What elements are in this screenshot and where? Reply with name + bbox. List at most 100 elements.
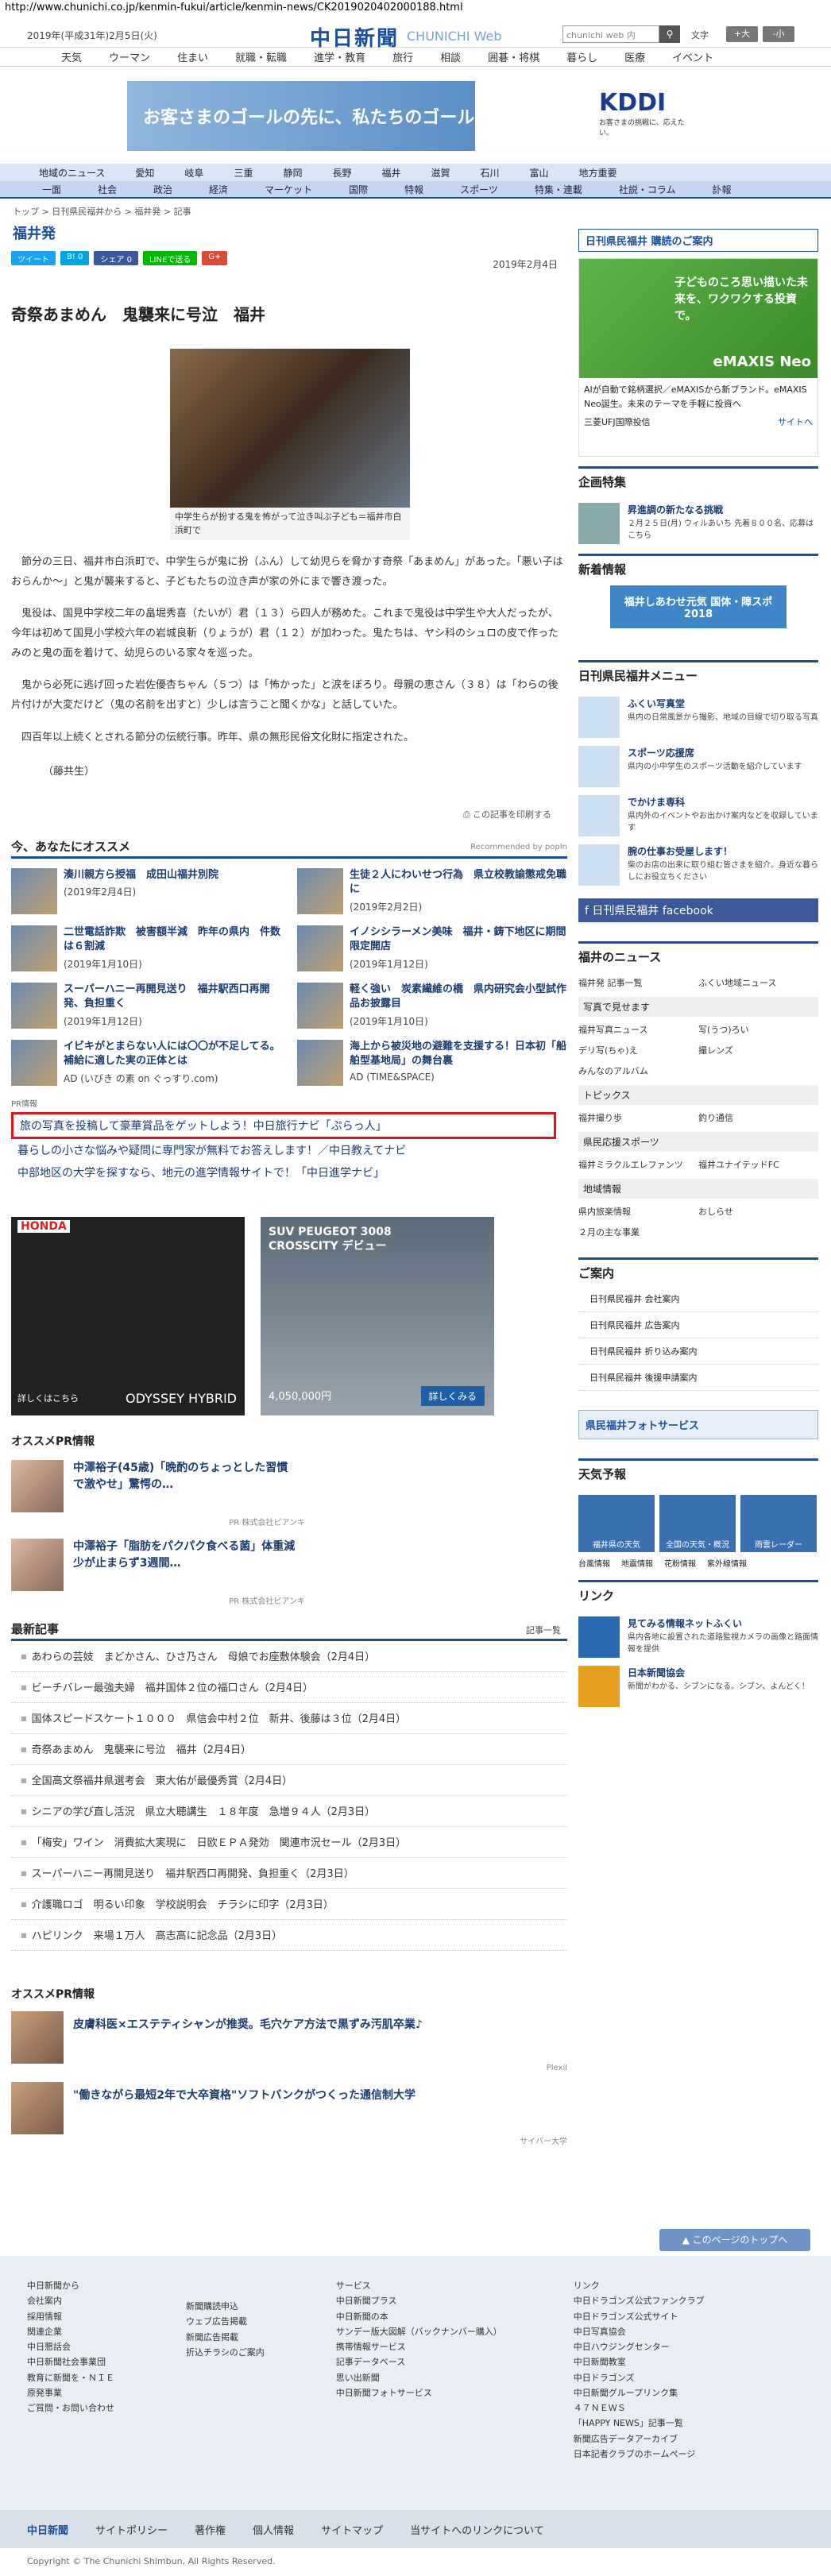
latest-item[interactable]: 介護職ロゴ 明るい印象 学校説明会 チラシに印字（2月3日） [11, 1889, 567, 1920]
peugeot-ad[interactable]: SUV PEUGEOT 3008 CROSSCITY デビュー 4,050,00… [261, 1216, 494, 1415]
search-button[interactable]: ⚲ [659, 25, 680, 43]
footer-logo[interactable]: 中日新聞 [27, 2522, 68, 2537]
page-top-button[interactable]: ▲ このページのトップへ [659, 2229, 810, 2251]
category-nav-item[interactable]: マーケット [246, 183, 330, 196]
global-nav-item[interactable]: ウーマン [95, 49, 164, 64]
kokutai-banner[interactable]: 福井しあわせ元気 国体・障スポ 2018 [610, 585, 787, 628]
menu-item[interactable]: でかけま専科 県内外のイベントやお出かけ案内などを収録しています [578, 795, 818, 836]
recommend-item[interactable]: 湊川親方ら授福 成田山福井別院 (2019年2月4日) [11, 867, 281, 914]
url-bar[interactable]: http://www.chunichi.co.jp/kenmin-fukui/a… [0, 0, 831, 16]
annai-link[interactable]: 日刊県民福井 会社案内 [578, 1286, 818, 1312]
regional-nav-item[interactable]: 静岡 [268, 166, 317, 180]
category-nav-item[interactable]: 社説・コラム [601, 183, 694, 196]
latest-item[interactable]: 国体スピードスケート１０００ 県信会中村２位 新井、後藤は３位（2月4日） [11, 1703, 567, 1734]
honda-cta[interactable]: 詳しくはこちら [17, 1392, 79, 1404]
recommend-item[interactable]: イビキがとまらない人には〇〇が不足してる。補給に適した実の正体とは AD (いびき… [11, 1039, 281, 1086]
footer-link[interactable]: 中日ハウジングセンター [574, 2339, 705, 2354]
facebook-link[interactable]: f 日刊県民福井 facebook [578, 898, 818, 922]
footer-link[interactable]: 中日ドラゴンズ公式ファンクラブ [574, 2293, 705, 2308]
latest-item[interactable]: ビーチバレー最強夫婦 福井国体２位の福口さん（2月4日） [11, 1672, 567, 1703]
pr-link[interactable]: 中部地区の大学を探すなら、地元の進学情報サイトで！「中日進学ナビ」 [11, 1161, 567, 1184]
footer-link[interactable]: 中日懇話会 [27, 2339, 114, 2354]
emaxis-site-link[interactable]: サイトへ [778, 415, 813, 428]
link-item[interactable]: 見てみる情報ネットふくい 県内各地に設置された道路監視カメラの画像と路面情報を提供 [578, 1616, 818, 1658]
weather-link[interactable]: 花粉情報 [664, 1557, 696, 1569]
category-nav-item[interactable]: スポーツ [442, 183, 516, 196]
regional-nav-item[interactable]: 岐阜 [169, 166, 218, 180]
subscribe-link[interactable]: 日刊県民福井 購読のご案内 [578, 229, 818, 252]
category-nav-item[interactable]: 政治 [135, 183, 191, 196]
footer-bar-link[interactable]: サイトポリシー [95, 2522, 168, 2537]
section-link[interactable]: 県内旅楽情報 [578, 1205, 698, 1218]
recommend-item[interactable]: イノシシラーメン美味 福井・鋳下地区に期間限定開店 (2019年1月12日) [297, 925, 567, 971]
site-logo[interactable]: 中日新聞 [310, 22, 399, 52]
recommend-item[interactable]: 軽く強い 炭素繊維の橋 県内研究会小型試作品お披露目 (2019年1月10日) [297, 982, 567, 1029]
regional-nav-item[interactable]: 地域のニュース [24, 166, 120, 180]
footer-link[interactable]: 中日新聞プラス [336, 2293, 502, 2308]
category-nav-item[interactable]: 特集・連載 [516, 183, 601, 196]
annai-link[interactable]: 日刊県民福井 後援申請案内 [578, 1365, 818, 1391]
search-input[interactable]: chunichi web 内 [562, 25, 659, 43]
section-link[interactable]: 写(うつ)ろい [698, 1023, 818, 1036]
hatena-button[interactable]: B! 0 [60, 251, 90, 265]
footer-link[interactable]: 教育に新聞を・ＮＩＥ [27, 2370, 114, 2385]
menu-item[interactable]: ふくい写真堂 県内の日常風景から撮影、地域の目線で切り取る写真 [578, 697, 818, 738]
latest-item[interactable]: 「梅安」ワイン 消費拡大実現に 日欧ＥＰＡ発効 関連市況セール（2月3日） [11, 1827, 567, 1858]
section-link[interactable]: 福井ユナイテッドFC [698, 1158, 818, 1171]
regional-nav-item[interactable]: 愛知 [120, 166, 169, 180]
recommend-item[interactable]: スーパーハニー再開見送り 福井駅西口再開発、負担重く (2019年1月12日) [11, 982, 281, 1029]
global-nav-item[interactable]: 暮らし [553, 49, 611, 64]
article-photo[interactable] [170, 349, 410, 508]
regional-nav-item[interactable]: 石川 [466, 166, 515, 180]
recommend-provider[interactable]: Recommended by popIn [470, 843, 567, 852]
font-small-button[interactable]: -小 [763, 26, 794, 42]
footer-link[interactable]: 思い出新聞 [336, 2370, 502, 2385]
facebook-share-button[interactable]: シェア 0 [94, 251, 138, 265]
regional-nav-item[interactable]: 地方重要 [564, 166, 632, 180]
latest-item[interactable]: あわらの芸妓 まどかさん、ひさ乃さん 母娘でお座敷体験会（2月4日） [11, 1641, 567, 1672]
footer-link[interactable]: ４７ＮＥＷＳ [574, 2400, 705, 2416]
latest-item[interactable]: シニアの学び直し活況 県立大聴講生 １８年度 急増９４人（2月3日） [11, 1796, 567, 1827]
pr-link[interactable]: 暮らしの小さな悩みや疑問に専門家が無料でお答えします！／中日教えてナビ [11, 1139, 567, 1161]
footer-link[interactable]: ご質問・お問い合わせ [27, 2400, 114, 2416]
footer-link[interactable]: 「HAPPY NEWS」記事一覧 [574, 2416, 705, 2431]
global-nav-item[interactable]: 囲碁・将棋 [474, 49, 553, 64]
kddi-banner-ad[interactable]: お客さまのゴールの先に、私たちのゴールはある。 KDDI お客さまの挑戦に、応えた… [127, 81, 707, 151]
category-nav-item[interactable]: 特報 [386, 183, 442, 196]
footer-bar-link[interactable]: 当サイトへのリンクについて [410, 2522, 544, 2537]
footer-bar-link[interactable]: 著作権 [195, 2522, 226, 2537]
global-nav-item[interactable]: 住まい [164, 49, 222, 64]
footer-link[interactable]: 折込チラシのご案内 [186, 2345, 265, 2360]
regional-nav-item[interactable]: 富山 [515, 166, 564, 180]
section-link[interactable]: 釣り通信 [698, 1111, 818, 1124]
global-nav-item[interactable]: 相談 [427, 49, 474, 64]
recommend-item[interactable]: 生徒２人にわいせつ行為 県立校教諭懲戒免職に (2019年2月2日) [297, 867, 567, 914]
latest-item[interactable]: 全国高文祭福井県選考会 東大佑が最優秀賞（2月4日） [11, 1765, 567, 1796]
latest-item[interactable]: 奇祭あまめん 鬼襲来に号泣 福井（2月4日） [11, 1734, 567, 1765]
footer-link[interactable]: 新聞購読申込 [186, 2299, 265, 2314]
footer-link[interactable]: 中日新聞社会事業団 [27, 2354, 114, 2369]
section-link[interactable]: 撮レンズ [698, 1044, 818, 1056]
weather-link[interactable]: 台風情報 [578, 1557, 610, 1569]
footer-link[interactable]: 関連企業 [27, 2324, 114, 2339]
footer-link[interactable]: 記事データベース [336, 2354, 502, 2369]
weather-national[interactable]: 全国の天気・概況 [659, 1495, 736, 1552]
regional-nav-item[interactable]: 長野 [317, 166, 366, 180]
footer-link[interactable]: 中日写真協会 [574, 2324, 705, 2339]
footer-link[interactable]: 採用情報 [27, 2309, 114, 2324]
latest-item[interactable]: ハピリンク 来場１万人 高志高に記念品（2月3日） [11, 1920, 567, 1951]
footer-link[interactable]: 中日新聞グループリンク集 [574, 2385, 705, 2400]
global-nav-item[interactable]: 就職・転職 [222, 49, 300, 64]
weather-fukui[interactable]: 福井県の天気 [578, 1495, 655, 1552]
footer-link[interactable]: 原発事業 [27, 2385, 114, 2400]
print-link[interactable]: ⎙ この記事を印刷する [11, 808, 567, 821]
regional-nav-item[interactable]: 福井 [366, 166, 416, 180]
footer-link[interactable]: 日本記者クラブのホームページ [574, 2447, 705, 2462]
footer-bar-link[interactable]: サイトマップ [321, 2522, 383, 2537]
section-link[interactable]: 福井撮り歩 [578, 1111, 698, 1124]
weather-link[interactable]: 地震情報 [621, 1557, 653, 1569]
fukui-news-link[interactable]: 福井発 記事一覧 [578, 976, 698, 989]
annai-link[interactable]: 日刊県民福井 折り込み案内 [578, 1338, 818, 1365]
menu-item[interactable]: 腕の仕事お受屋します！ 柴のお店の出来に取り組む皆さまを紹介。身近な暮らしにお役立… [578, 844, 818, 886]
osusume-pr-item[interactable]: 中澤裕子(45歳)「晩酌のちょっとした習慣で激やせ」驚愕の… [11, 1459, 567, 1512]
